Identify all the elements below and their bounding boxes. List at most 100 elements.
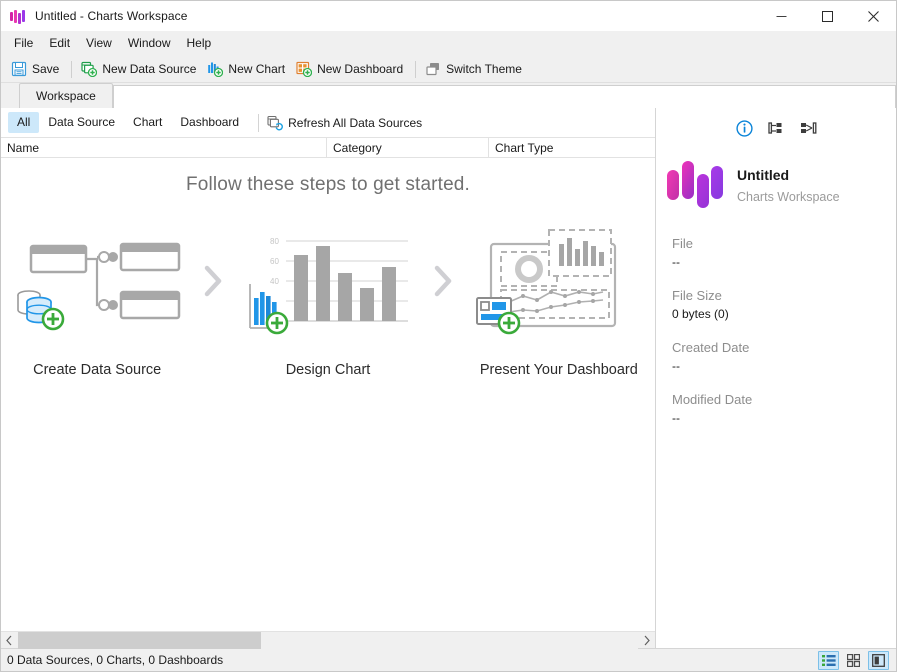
minimize-button[interactable] <box>758 1 804 32</box>
window-controls <box>758 1 896 32</box>
field-modified-date-value: -- <box>672 411 680 425</box>
scrollbar-track[interactable] <box>18 631 638 649</box>
main-body: All Data Source Chart Dashboard Refresh … <box>1 108 896 649</box>
getting-started-heading: Follow these steps to get started. <box>186 174 470 195</box>
view-mode-buttons <box>818 650 896 670</box>
tab-strip: Workspace <box>1 83 896 108</box>
menu-window[interactable]: Window <box>120 34 179 53</box>
new-chart-button[interactable]: New Chart <box>203 58 292 81</box>
chevron-right-icon <box>193 222 231 340</box>
tab-strip-filler <box>112 85 896 108</box>
step-present-dashboard[interactable]: Present Your Dashboard <box>463 222 655 378</box>
dependencies-icon[interactable] <box>799 119 817 137</box>
refresh-all-data-sources-button[interactable]: Refresh All Data Sources <box>267 115 422 131</box>
field-modified-date: Modified Date -- <box>672 392 896 425</box>
filter-data-source[interactable]: Data Source <box>39 112 124 133</box>
field-file-value: -- <box>672 255 680 269</box>
menu-view[interactable]: View <box>78 34 120 53</box>
svg-text:40: 40 <box>270 277 279 286</box>
close-button[interactable] <box>850 1 896 32</box>
charts-bars-logo <box>664 156 728 214</box>
scroll-right-arrow-icon[interactable] <box>638 632 655 649</box>
refresh-data-sources-icon <box>267 115 284 131</box>
details-pane-tabs <box>656 113 896 143</box>
details-header: Untitled Charts Workspace <box>656 143 896 214</box>
field-created-date-value: -- <box>672 359 680 373</box>
details-pane: Untitled Charts Workspace File -- File S… <box>656 108 896 648</box>
getting-started-area: Follow these steps to get started. Creat… <box>1 158 655 631</box>
dashboard-layout-art <box>471 222 647 340</box>
switch-theme-button[interactable]: Switch Theme <box>421 58 529 81</box>
status-bar: 0 Data Sources, 0 Charts, 0 Dashboards <box>1 648 896 671</box>
window-title: Untitled - Charts Workspace <box>35 9 188 23</box>
info-icon[interactable] <box>735 119 753 137</box>
svg-text:60: 60 <box>270 257 279 266</box>
status-text: 0 Data Sources, 0 Charts, 0 Dashboards <box>7 653 224 667</box>
grid-view-button[interactable] <box>843 651 864 670</box>
filter-dashboard[interactable]: Dashboard <box>171 112 248 133</box>
data-source-diagram-art <box>9 222 185 340</box>
column-header-category[interactable]: Category <box>326 137 488 158</box>
field-file-size: File Size 0 bytes (0) <box>672 288 896 321</box>
grid-column-header: Name Category Chart Type <box>1 137 655 158</box>
field-file-size-value: 0 bytes (0) <box>672 307 729 321</box>
workspace-pane: All Data Source Chart Dashboard Refresh … <box>1 108 656 649</box>
details-pane-button[interactable] <box>868 650 889 670</box>
application-window: Untitled - Charts Workspace File Edit Vi… <box>0 0 897 672</box>
hierarchy-icon[interactable] <box>767 119 785 137</box>
field-modified-date-label: Modified Date <box>672 392 753 407</box>
bar-chart-art: 80 60 40 <box>240 222 416 340</box>
details-subtitle: Charts Workspace <box>737 189 840 204</box>
filter-all[interactable]: All <box>8 112 40 133</box>
tab-workspace-label: Workspace <box>36 89 96 103</box>
field-file-size-label: File Size <box>672 288 722 303</box>
column-header-chart-type[interactable]: Chart Type <box>488 137 655 158</box>
new-dashboard-label: New Dashboard <box>317 62 404 76</box>
new-dashboard-icon <box>296 61 313 78</box>
horizontal-scrollbar[interactable] <box>1 631 655 649</box>
new-data-source-icon <box>81 61 98 78</box>
app-icon <box>10 8 26 24</box>
step-create-data-source[interactable]: Create Data Source <box>1 222 193 378</box>
switch-theme-icon <box>425 61 441 77</box>
field-file: File -- <box>672 236 896 269</box>
field-file-label: File <box>672 236 693 251</box>
toolbar: Save New Data Source New Chart New Dashb… <box>1 56 896 83</box>
tab-workspace[interactable]: Workspace <box>19 83 113 108</box>
save-disk-icon <box>11 61 27 77</box>
menu-bar: File Edit View Window Help <box>1 32 896 56</box>
step-design-chart-label: Design Chart <box>285 362 371 378</box>
new-dashboard-button[interactable]: New Dashboard <box>292 58 410 81</box>
title-bar: Untitled - Charts Workspace <box>1 1 896 32</box>
filter-bar: All Data Source Chart Dashboard Refresh … <box>1 108 655 137</box>
new-data-source-label: New Data Source <box>102 62 197 76</box>
column-header-name[interactable]: Name <box>1 137 326 158</box>
menu-edit[interactable]: Edit <box>41 34 78 53</box>
scroll-left-arrow-icon[interactable] <box>1 632 18 649</box>
menu-file[interactable]: File <box>6 34 41 53</box>
refresh-label: Refresh All Data Sources <box>288 115 423 130</box>
svg-text:80: 80 <box>270 237 279 246</box>
filter-separator <box>258 113 260 132</box>
filter-chart[interactable]: Chart <box>124 112 171 133</box>
field-created-date: Created Date -- <box>672 340 896 373</box>
maximize-button[interactable] <box>804 1 850 32</box>
toolbar-separator <box>71 60 73 78</box>
new-data-source-button[interactable]: New Data Source <box>77 58 203 81</box>
scrollbar-thumb[interactable] <box>18 631 261 649</box>
details-titles: Untitled Charts Workspace <box>737 167 840 204</box>
new-chart-label: New Chart <box>228 62 286 76</box>
field-created-date-label: Created Date <box>672 340 750 355</box>
chevron-right-icon-2 <box>424 222 462 340</box>
step-present-dashboard-label: Present Your Dashboard <box>479 362 638 378</box>
menu-help[interactable]: Help <box>179 34 220 53</box>
switch-theme-label: Switch Theme <box>446 62 522 76</box>
list-view-button[interactable] <box>818 650 839 670</box>
save-button-label: Save <box>32 62 60 76</box>
new-chart-icon <box>207 61 224 78</box>
save-button[interactable]: Save <box>7 58 66 81</box>
getting-started-steps: Create Data Source 80 60 40 Design Chart… <box>1 222 655 378</box>
details-title: Untitled <box>737 166 790 183</box>
step-create-data-source-label: Create Data Source <box>33 362 162 378</box>
step-design-chart[interactable]: 80 60 40 Design Chart <box>232 222 424 378</box>
